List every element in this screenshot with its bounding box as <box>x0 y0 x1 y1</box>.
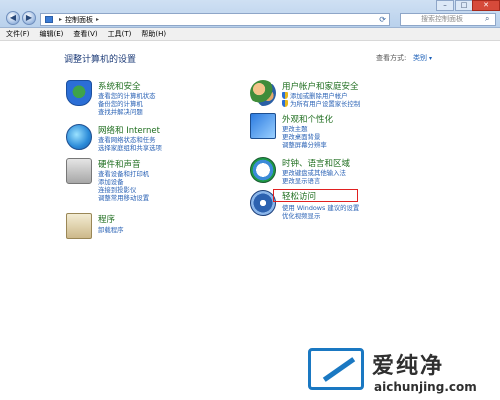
category-system-security: 系统和安全 查看您的计算机状态 备份您的计算机 查找并解决问题 <box>66 80 216 120</box>
monitor-icon[interactable] <box>250 113 276 139</box>
view-by-value: 类别 <box>413 54 427 62</box>
menu-tools[interactable]: 工具(T) <box>108 29 132 39</box>
minimize-button[interactable]: – <box>436 0 454 11</box>
uac-shield-icon <box>282 100 288 107</box>
link-mobility-settings[interactable]: 调整常用移动设置 <box>98 193 149 202</box>
back-button[interactable]: ◀ <box>6 11 20 25</box>
link-troubleshoot[interactable]: 查找并解决问题 <box>98 107 143 116</box>
title-bar: ◀ ▶ ▸ 控制面板 ▸ ⟳ 搜索控制面板 ⌕ – □ ✕ <box>0 0 500 28</box>
category-user-accounts: 用户帐户和家庭安全 添加或删除用户帐户 为所有用户设置家长控制 <box>250 80 410 110</box>
link-homegroup-sharing[interactable]: 选择家庭组和共享选项 <box>98 143 162 152</box>
menu-edit[interactable]: 编辑(E) <box>40 29 64 39</box>
refresh-icon[interactable]: ⟳ <box>379 15 386 24</box>
breadcrumb-control-panel[interactable]: 控制面板 <box>65 15 93 25</box>
category-hardware-sound: 硬件和声音 查看设备和打印机 添加设备 连接到投影仪 调整常用移动设置 <box>66 158 216 208</box>
category-clock-language: 时钟、语言和区域 更改键盘或其他输入法 更改显示语言 <box>250 157 410 187</box>
clock-globe-icon[interactable] <box>250 157 276 183</box>
close-button[interactable]: ✕ <box>472 0 500 11</box>
menu-help[interactable]: 帮助(H) <box>141 29 166 39</box>
highlight-box <box>273 189 358 202</box>
view-by-dropdown[interactable]: 类别 ▾ <box>413 53 432 63</box>
control-panel-icon <box>45 16 53 23</box>
shield-icon[interactable] <box>66 80 92 106</box>
category-network: 网络和 Internet 查看网络状态和任务 选择家庭组和共享选项 <box>66 124 216 156</box>
search-input[interactable]: 搜索控制面板 <box>400 13 496 26</box>
breadcrumb-chevron-icon[interactable]: ▸ <box>96 16 99 23</box>
link-parental-controls[interactable]: 为所有用户设置家长控制 <box>282 99 360 108</box>
search-icon[interactable]: ⌕ <box>485 14 489 24</box>
page-title: 调整计算机的设置 <box>64 55 137 65</box>
breadcrumb-chevron-icon[interactable]: ▸ <box>59 16 62 23</box>
programs-icon[interactable] <box>66 213 92 239</box>
printer-icon[interactable] <box>66 158 92 184</box>
category-programs: 程序 卸载程序 <box>66 213 216 239</box>
link-uninstall-program[interactable]: 卸载程序 <box>98 225 124 234</box>
menu-bar: 文件(F) 编辑(E) 查看(V) 工具(T) 帮助(H) <box>0 28 500 41</box>
address-bar[interactable]: ▸ 控制面板 ▸ ⟳ <box>40 13 390 26</box>
menu-view[interactable]: 查看(V) <box>73 29 97 39</box>
view-by-label: 查看方式: <box>376 54 407 62</box>
category-appearance: 外观和个性化 更改主题 更改桌面背景 调整屏幕分辨率 <box>250 113 410 149</box>
maximize-button[interactable]: □ <box>455 0 473 11</box>
users-icon[interactable] <box>250 80 276 106</box>
watermark-logo-slash <box>322 357 356 382</box>
category-title-programs[interactable]: 程序 <box>98 213 115 225</box>
watermark-url: aichunjing.com <box>374 380 477 394</box>
link-optimize-display[interactable]: 优化视频显示 <box>282 211 320 220</box>
link-parental-controls-label: 为所有用户设置家长控制 <box>290 100 361 108</box>
dropdown-caret-icon: ▾ <box>429 55 433 62</box>
link-display-language[interactable]: 更改显示语言 <box>282 176 320 185</box>
uac-shield-icon <box>282 92 288 99</box>
watermark-logo <box>308 348 364 390</box>
forward-button[interactable]: ▶ <box>22 11 36 25</box>
link-screen-resolution[interactable]: 调整屏幕分辨率 <box>282 140 327 149</box>
menu-file[interactable]: 文件(F) <box>6 29 30 39</box>
globe-icon[interactable] <box>66 124 92 150</box>
watermark-title: 爱纯净 <box>372 354 445 379</box>
